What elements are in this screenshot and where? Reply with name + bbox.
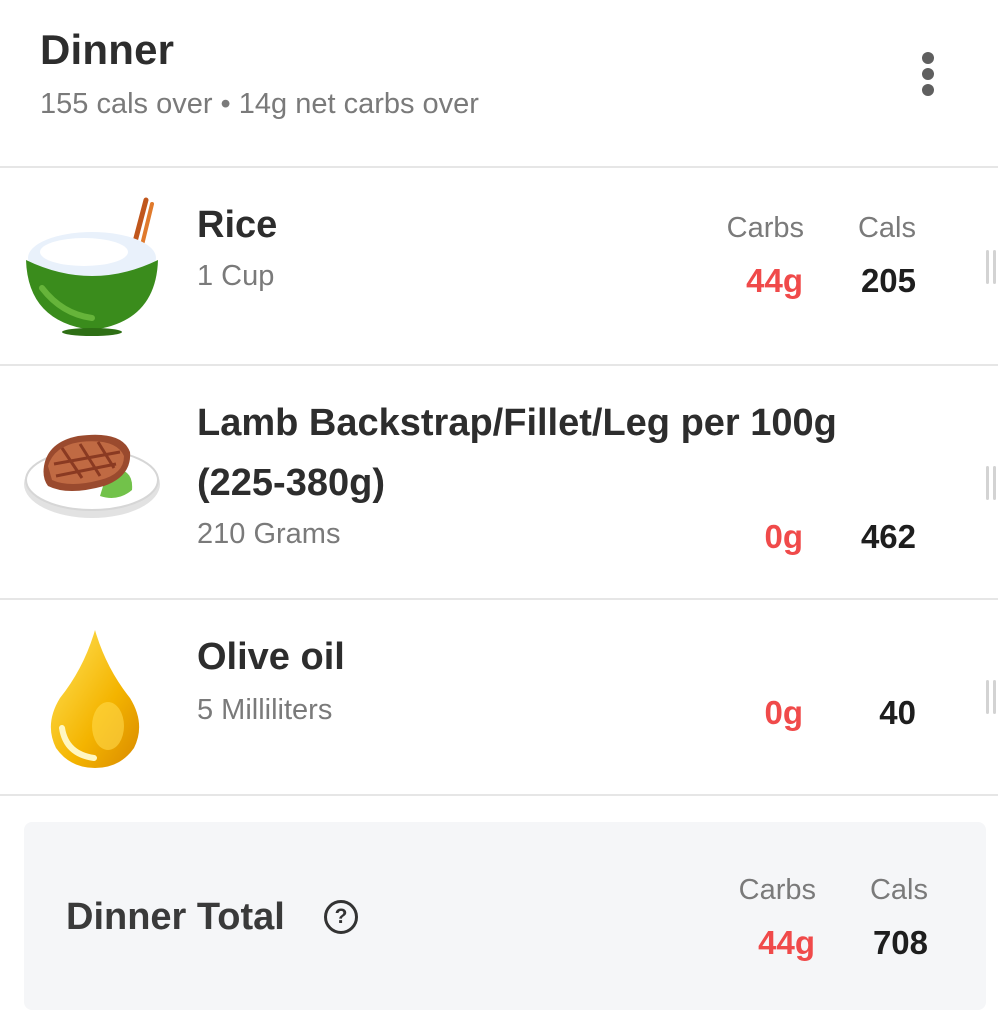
help-circle-icon[interactable]: ? [324,900,358,934]
cals-column-header: Cals [857,212,916,244]
food-name: Rice [197,204,278,246]
total-label: Dinner Total [66,896,285,938]
rice-bowl-icon [26,197,158,336]
total-cals-value: 708 [872,924,928,961]
total-carbs-value: 44g [758,924,815,961]
food-portion: 1 Cup [197,260,275,292]
food-name-line-1: Lamb Backstrap/Fillet/Leg per 100g [197,402,837,444]
drag-handle-icon[interactable] [986,466,996,500]
cals-column-header: Cals [869,874,928,906]
more-vertical-icon[interactable] [908,48,948,100]
dinner-meal-card: Dinner 155 cals over • 14g net carbs ove… [0,0,998,1034]
cals-value: 205 [860,262,916,299]
food-name-line-2: (225-380g) [197,462,385,504]
carbs-column-header: Carbs [726,212,804,244]
food-name: Olive oil [197,636,345,678]
oil-drop-icon [50,630,140,768]
meal-summary: 155 cals over • 14g net carbs over [40,88,479,120]
food-row-lamb[interactable]: Lamb Backstrap/Fillet/Leg per 100g (225-… [0,366,998,600]
dinner-total-panel: Dinner Total ? Carbs Cals 44g 708 [24,822,986,1010]
carbs-value: 44g [746,262,803,299]
food-row-olive-oil[interactable]: Olive oil 5 Milliliters 0g 40 [0,600,998,796]
drag-handle-icon[interactable] [986,680,996,714]
drag-handle-icon[interactable] [986,250,996,284]
carbs-value: 0g [764,518,803,555]
cals-value: 40 [879,694,916,731]
steak-plate-icon [24,434,160,518]
meal-title: Dinner [40,26,175,73]
cals-value: 462 [860,518,916,555]
food-portion: 5 Milliliters [197,694,333,726]
meal-header: Dinner 155 cals over • 14g net carbs ove… [0,0,998,168]
food-portion: 210 Grams [197,518,341,550]
food-row-rice[interactable]: Rice 1 Cup Carbs Cals 44g 205 [0,168,998,366]
carbs-column-header: Carbs [738,874,816,906]
carbs-value: 0g [764,694,803,731]
